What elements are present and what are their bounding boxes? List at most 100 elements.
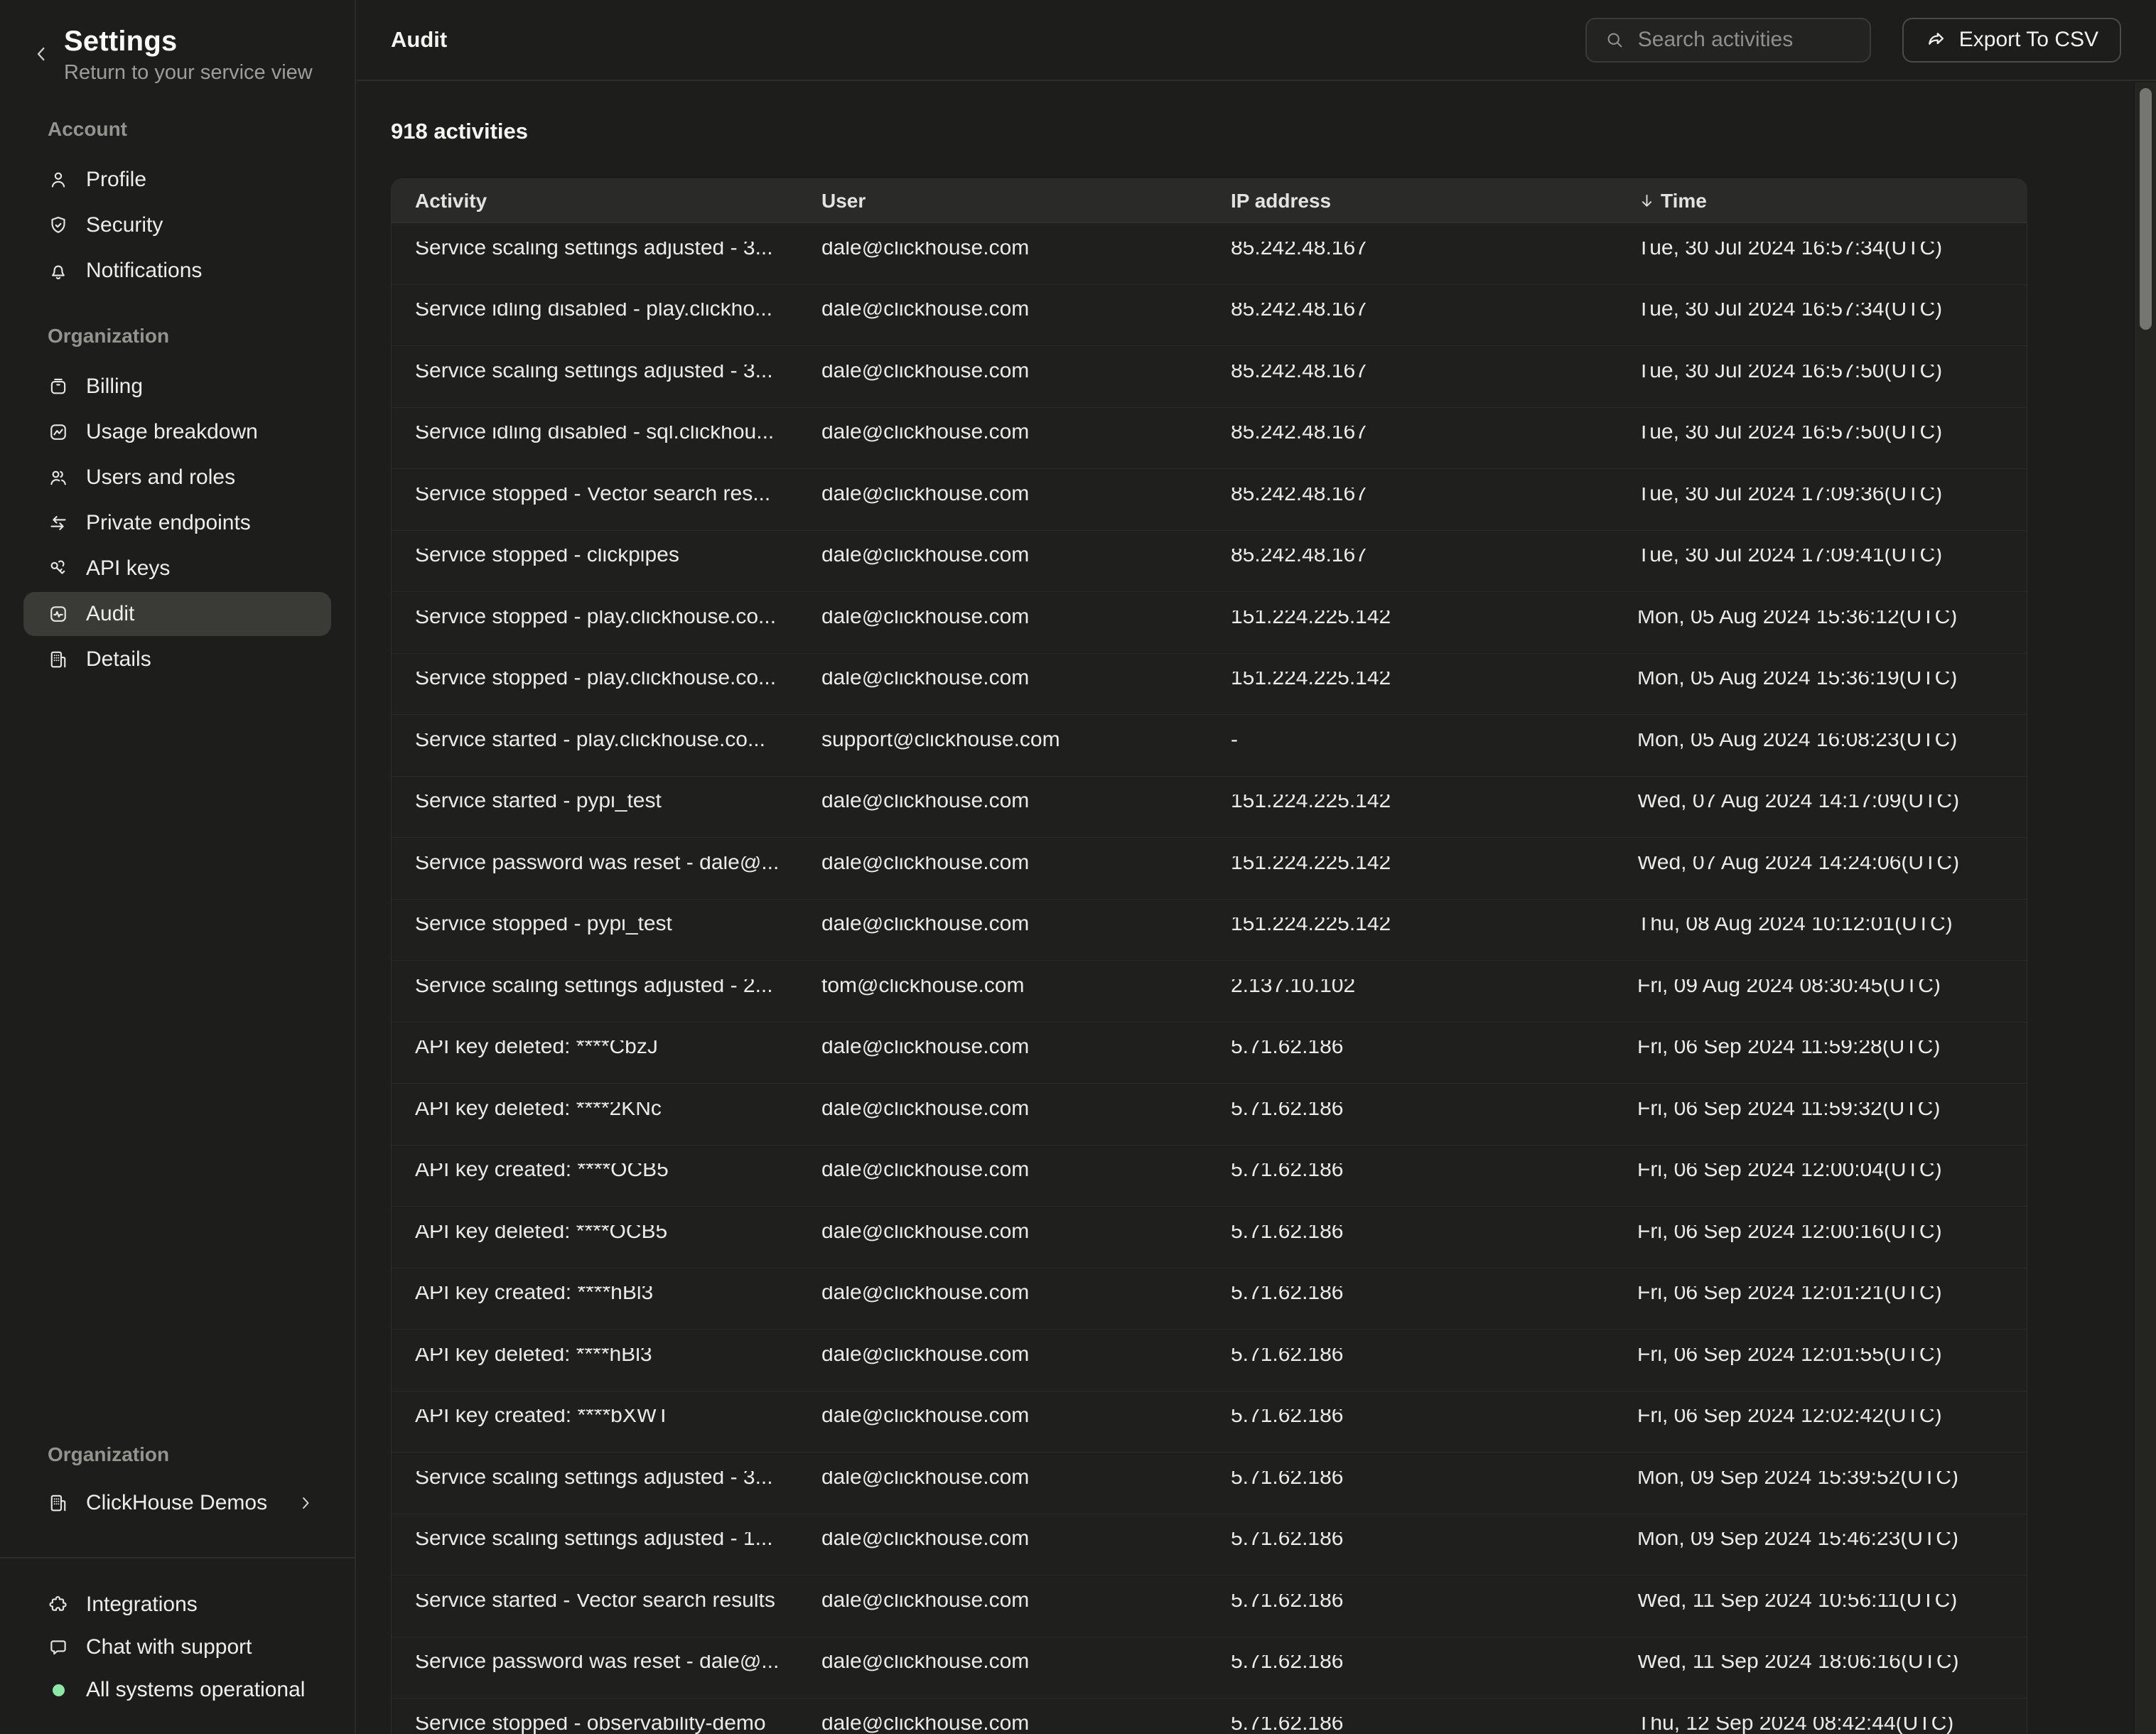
sidebar-item-label: Chat with support [86,1635,252,1659]
sidebar-item-audit[interactable]: Audit [23,592,331,636]
section-label-organization: Organization [48,325,355,347]
cell-ip-address: 5.71.62.186 [1231,1717,1637,1734]
cell-activity: Service idling disabled - play.clickho..… [392,303,821,327]
cell-time: Thu, 08 Aug 2024 10:12:01(UTC) [1637,917,2027,942]
cell-ip-address: 85.242.48.167 [1231,365,1637,389]
sidebar-item-usage-breakdown[interactable]: Usage breakdown [23,410,331,454]
chat-bubble-icon [48,1637,69,1658]
status-dot-icon [48,1679,69,1701]
cell-activity: Service scaling settings adjusted - 3... [392,365,821,389]
sidebar-item-label: Notifications [86,259,202,283]
cell-time: Fri, 06 Sep 2024 12:00:04(UTC) [1637,1163,2027,1188]
cell-ip-address: 5.71.62.186 [1231,1040,1637,1065]
system-status[interactable]: All systems operational [23,1669,331,1711]
sidebar-item-notifications[interactable]: Notifications [23,249,331,293]
usage-chart-icon [48,421,69,443]
table-row: Service scaling settings adjusted - 2...… [392,961,2027,1023]
cell-activity: API key deleted: ****OCB5 [392,1225,821,1249]
sidebar-item-profile[interactable]: Profile [23,158,331,202]
cell-user: dale@clickhouse.com [821,1532,1231,1556]
table-row: Service scaling settings adjusted - 3...… [392,223,2027,285]
table-row: Service stopped - play.clickhouse.co...d… [392,654,2027,716]
sidebar-item-api-keys[interactable]: API keys [23,546,331,591]
table-row: Service password was reset - dale@...dal… [392,1637,2027,1699]
cell-activity: API key deleted: ****hBl3 [392,1348,821,1372]
page-title: Audit [391,27,447,53]
cell-ip-address: 5.71.62.186 [1231,1225,1637,1249]
cell-activity: Service scaling settings adjusted - 3... [392,1471,821,1495]
person-icon [48,169,69,190]
column-header-user: User [821,190,1231,212]
cell-user: dale@clickhouse.com [821,426,1231,450]
cell-ip-address: 85.242.48.167 [1231,303,1637,327]
org-switcher-section-label: Organization [48,1444,169,1465]
sidebar-item-billing[interactable]: Billing [23,365,331,409]
sidebar-item-label: API keys [86,556,170,581]
search-icon [1604,29,1625,50]
search-activities-box[interactable] [1585,18,1871,63]
cell-ip-address: 151.224.225.142 [1231,672,1637,696]
cell-time: Wed, 07 Aug 2024 14:24:06(UTC) [1637,856,2027,881]
table-row: Service scaling settings adjusted - 3...… [392,1453,2027,1514]
cell-ip-address: - [1231,733,1637,758]
cell-activity: Service started - play.clickhouse.co... [392,733,821,758]
cell-user: dale@clickhouse.com [821,1040,1231,1065]
sidebar-item-label: Security [86,213,163,237]
settings-subtitle: Return to your service view [64,61,313,85]
sidebar-item-integrations[interactable]: Integrations [23,1584,331,1625]
scrollbar-track[interactable] [2135,82,2156,1734]
cell-activity: API key deleted: ****2KNc [392,1102,821,1126]
cell-ip-address: 85.242.48.167 [1231,549,1637,573]
cell-activity: Service started - pypi_test [392,795,821,819]
puzzle-icon [48,1594,69,1615]
column-header-ip-address: IP address [1231,190,1637,212]
cell-user: dale@clickhouse.com [821,242,1231,266]
cell-activity: Service scaling settings adjusted - 1... [392,1532,821,1556]
column-header-time[interactable]: Time [1637,190,2027,212]
cell-time: Mon, 09 Sep 2024 15:39:52(UTC) [1637,1471,2027,1495]
cell-user: dale@clickhouse.com [821,1225,1231,1249]
export-to-csv-button[interactable]: Export To CSV [1902,18,2121,63]
sidebar-item-security[interactable]: Security [23,203,331,247]
export-button-label: Export To CSV [1959,28,2098,52]
scrollbar-thumb[interactable] [2140,88,2152,330]
back-button[interactable] [28,41,54,67]
cell-ip-address: 151.224.225.142 [1231,795,1637,819]
cell-ip-address: 5.71.62.186 [1231,1102,1637,1126]
sidebar-bottom: Organization ClickHouse Demos Integratio… [0,1444,355,1734]
cell-activity: Service idling disabled - sql.clickhou..… [392,426,821,450]
org-switcher[interactable]: ClickHouse Demos [23,1481,331,1525]
search-input[interactable] [1638,28,1851,52]
table-row: API key deleted: ****hBl3dale@clickhouse… [392,1330,2027,1391]
main-area: Audit Export To CSV 918 activities Activ… [356,0,2156,1734]
cell-activity: Service password was reset - dale@... [392,1655,821,1679]
column-header-label: Time [1661,190,1707,212]
building-icon [48,1492,69,1514]
cell-ip-address: 5.71.62.186 [1231,1348,1637,1372]
sidebar-item-private-endpoints[interactable]: Private endpoints [23,501,331,545]
sidebar-item-label: Details [86,647,151,672]
table-row: Service started - pypi_testdale@clickhou… [392,777,2027,839]
sidebar-item-details[interactable]: Details [23,637,331,682]
cell-activity: Service scaling settings adjusted - 2... [392,979,821,1003]
sidebar-item-users-and-roles[interactable]: Users and roles [23,456,331,500]
arrows-swap-icon [48,512,69,534]
cell-ip-address: 85.242.48.167 [1231,242,1637,266]
cell-user: dale@clickhouse.com [821,1471,1231,1495]
column-header-label: IP address [1231,190,1331,212]
table-row: API key created: ****hBl3dale@clickhouse… [392,1269,2027,1330]
cell-user: support@clickhouse.com [821,733,1231,758]
cell-user: dale@clickhouse.com [821,1348,1231,1372]
cell-time: Wed, 07 Aug 2024 14:17:09(UTC) [1637,795,2027,819]
column-header-label: Activity [415,190,487,212]
export-arrow-icon [1925,28,1948,51]
cell-user: dale@clickhouse.com [821,1594,1231,1618]
cell-time: Fri, 06 Sep 2024 11:59:32(UTC) [1637,1102,2027,1126]
cell-activity: Service stopped - observability-demo [392,1717,821,1734]
cell-ip-address: 5.71.62.186 [1231,1286,1637,1310]
cell-activity: API key created: ****OCB5 [392,1163,821,1188]
cell-user: dale@clickhouse.com [821,1286,1231,1310]
cell-user: dale@clickhouse.com [821,672,1231,696]
sidebar-item-label: Users and roles [86,465,235,490]
sidebar-item-chat-with-support[interactable]: Chat with support [23,1627,331,1668]
